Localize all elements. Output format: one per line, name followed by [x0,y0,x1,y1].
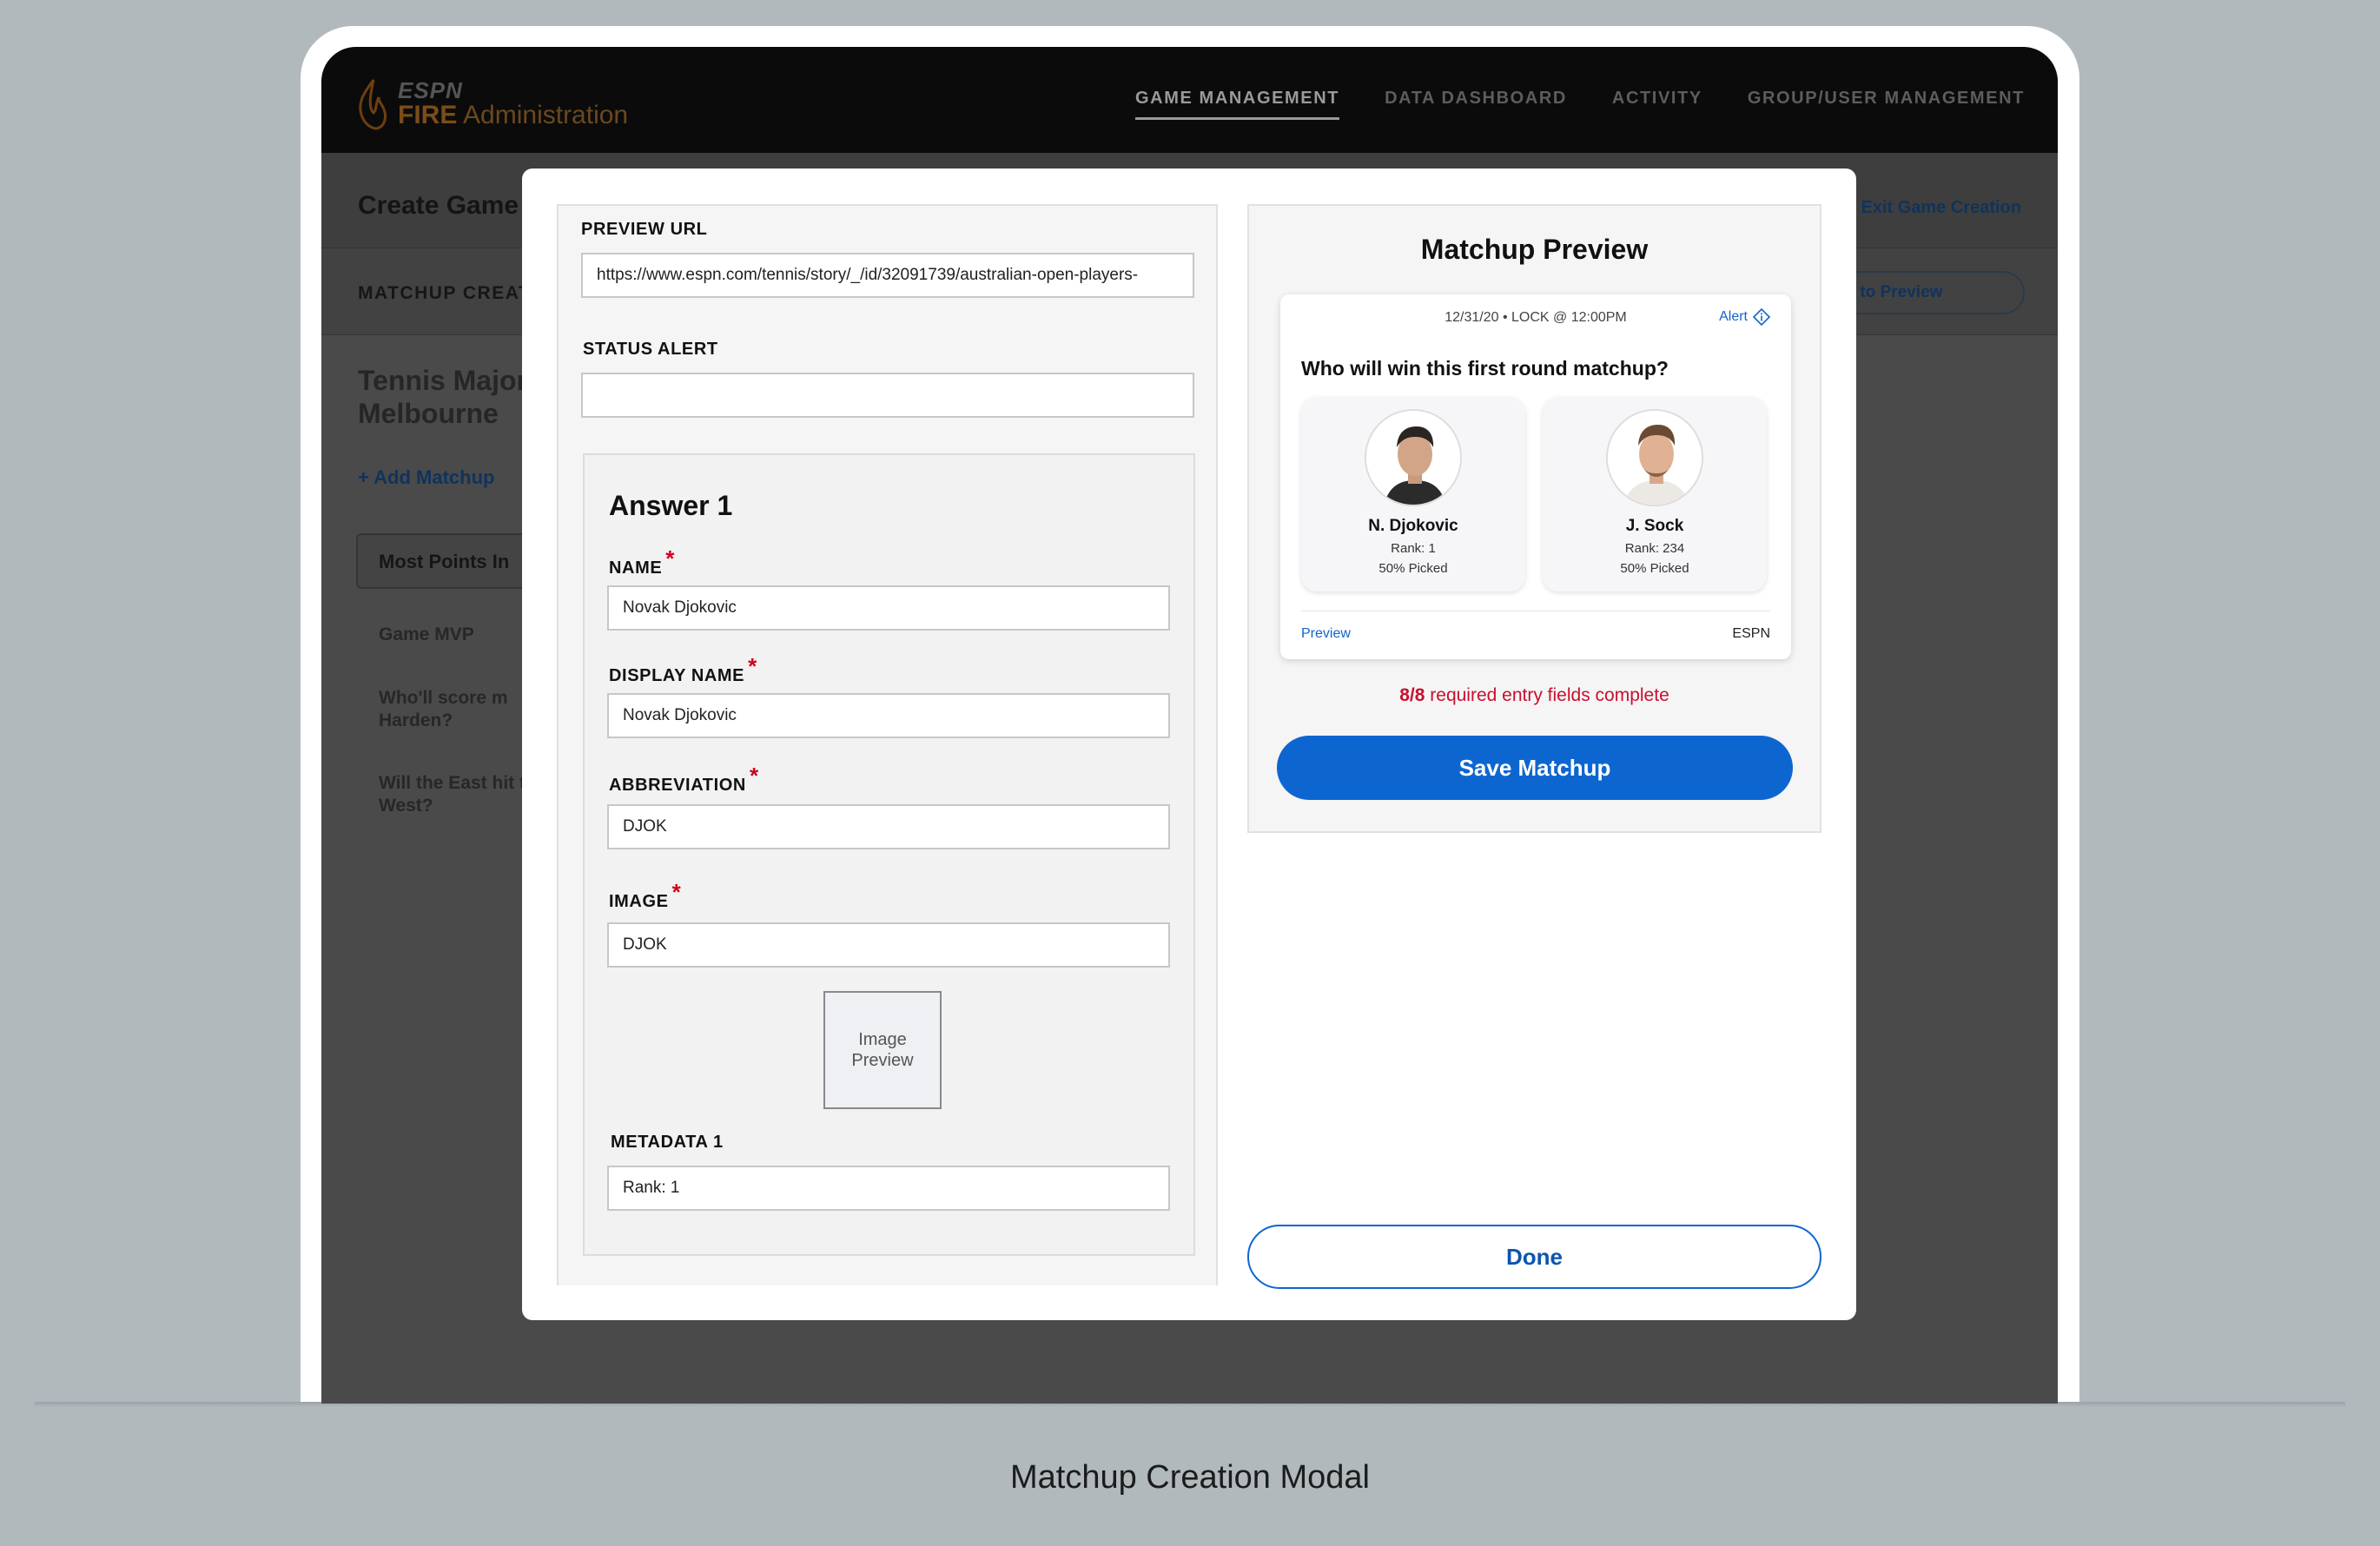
lock-time: 12/31/20 • LOCK @ 12:00PM [1445,310,1627,325]
name-input[interactable]: Novak Djokovic [607,585,1170,631]
image-input[interactable]: DJOK [607,922,1170,968]
display-name-input[interactable]: Novak Djokovic [607,693,1170,738]
main-nav: GAME MANAGEMENT DATA DASHBOARD ACTIVITY … [1135,89,2025,120]
nav-group-user-management[interactable]: GROUP/USER MANAGEMENT [1748,89,2025,120]
game-title: Tennis Major Melbourne [358,365,527,429]
espn-fire-logo: ESPN FIRE Administration [356,78,628,132]
matchup-form: PREVIEW URL https://www.espn.com/tennis/… [557,204,1218,1285]
player-card-djokovic[interactable]: N. Djokovic Rank: 1 50% Picked [1301,397,1525,591]
required-mark: * [671,879,682,905]
fire-wordmark: FIRE [398,101,458,129]
nav-data-dashboard[interactable]: DATA DASHBOARD [1385,89,1567,120]
save-matchup-button[interactable]: Save Matchup [1277,736,1793,800]
answer-1-section: Answer 1 NAME * Novak Djokovic DISPLAY NA… [583,453,1195,1256]
add-matchup-link[interactable]: + Add Matchup [358,466,494,489]
answer-title: Answer 1 [609,490,733,521]
page-caption: Matchup Creation Modal [1010,1459,1370,1496]
completion-status: 8/8 required entry fields complete [1249,685,1820,706]
required-mark: * [748,653,757,679]
completion-text: required entry fields complete [1430,685,1669,705]
image-preview-box: Image Preview [823,991,942,1109]
info-icon [1753,308,1770,326]
player-picked: 50% Picked [1620,561,1689,576]
status-alert-input[interactable] [581,373,1194,418]
player-rank: Rank: 234 [1624,541,1685,556]
player-card-sock[interactable]: J. Sock Rank: 234 50% Picked [1543,397,1767,591]
completion-count: 8/8 [1399,685,1425,705]
administration-wordmark: Administration [463,101,629,129]
flame-icon [359,79,387,130]
matchup-preview-panel: Matchup Preview 12/31/20 • LOCK @ 12:00P… [1247,204,1821,833]
exit-game-creation-link[interactable]: Exit Game Creation [1861,198,2021,218]
required-mark: * [665,545,676,571]
status-alert-label: STATUS ALERT [583,340,718,359]
matchup-modal: PREVIEW URL https://www.espn.com/tennis/… [522,168,1856,1320]
preview-url-label: PREVIEW URL [581,220,708,239]
abbreviation-label: ABBREVIATION * [609,763,759,795]
nav-game-management[interactable]: GAME MANAGEMENT [1135,89,1340,120]
card-espn-label: ESPN [1732,626,1770,641]
matchup-question: Who will win this first round matchup? [1301,357,1669,380]
espn-wordmark: ESPN [398,77,463,103]
preview-card: 12/31/20 • LOCK @ 12:00PM Alert Who will… [1280,294,1791,659]
display-name-label: DISPLAY NAME * [609,653,757,685]
player-name: N. Djokovic [1368,517,1458,535]
nav-activity[interactable]: ACTIVITY [1612,89,1702,120]
preview-url-input[interactable]: https://www.espn.com/tennis/story/_/id/3… [581,253,1194,298]
name-label: NAME * [609,545,676,578]
alert-label: Alert [1719,309,1748,324]
metadata-1-label: METADATA 1 [611,1133,724,1152]
player-avatar [1606,409,1703,506]
alert-link[interactable]: Alert [1719,308,1770,326]
image-label: IMAGE * [609,879,682,911]
required-mark: * [749,763,759,789]
player-picked: 50% Picked [1378,561,1448,576]
player-name: J. Sock [1625,517,1684,535]
card-preview-link[interactable]: Preview [1301,626,1351,642]
metadata-1-input[interactable]: Rank: 1 [607,1166,1170,1211]
player-rank: Rank: 1 [1391,541,1436,556]
player-avatar [1365,409,1462,506]
preview-title: Matchup Preview [1420,234,1649,265]
abbreviation-input[interactable]: DJOK [607,804,1170,849]
page-title: Create Game [358,191,519,220]
done-button[interactable]: Done [1247,1225,1821,1289]
section-label: MATCHUP CREAT [358,283,532,303]
top-bar: ESPN FIRE Administration GAME MANAGEMENT… [321,47,2058,153]
